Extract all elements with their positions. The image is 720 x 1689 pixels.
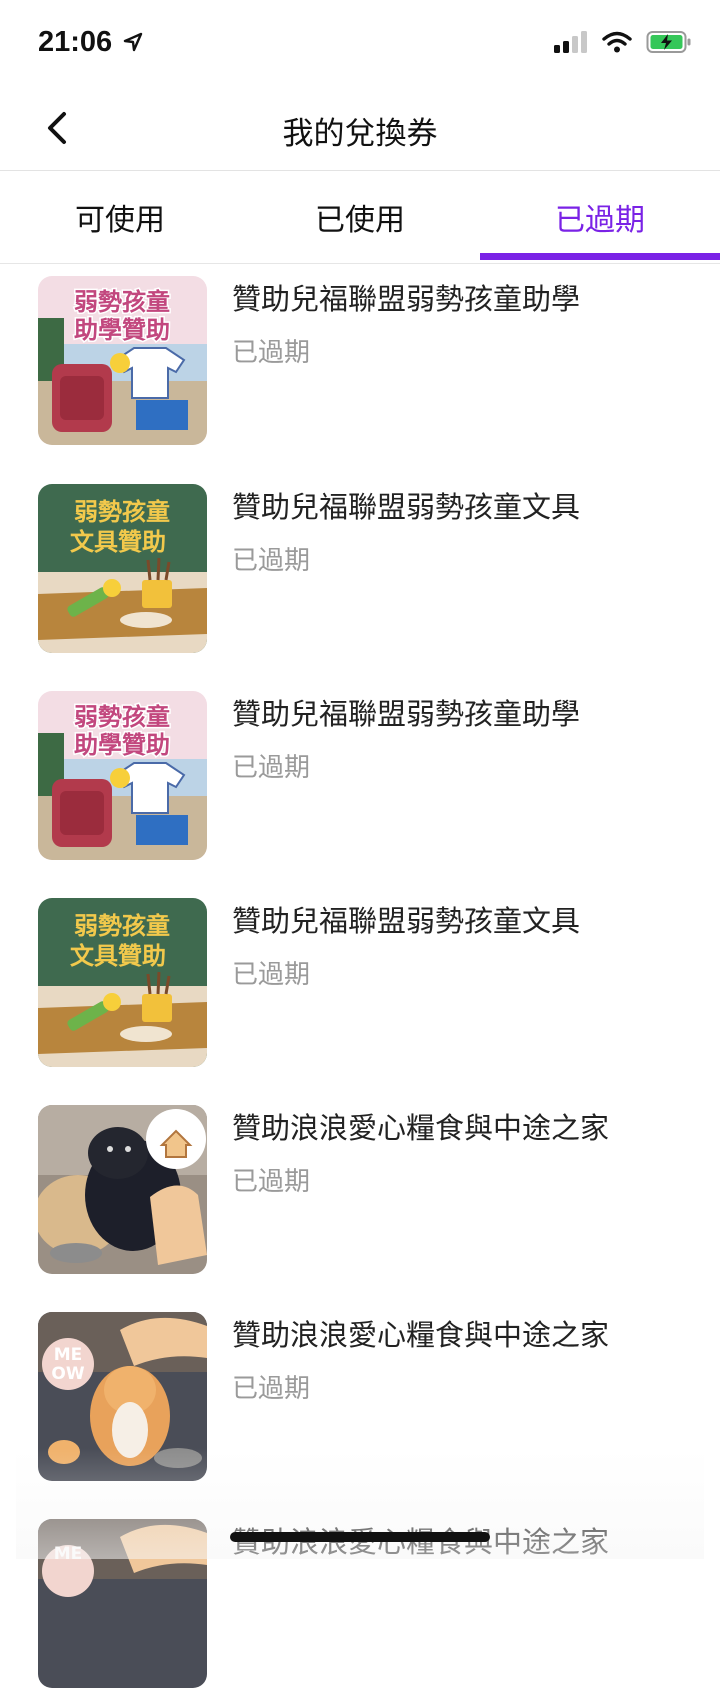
voucher-title: 贊助浪浪愛心糧食與中途之家 bbox=[232, 1111, 610, 1145]
voucher-item[interactable]: ME OW 贊助浪浪愛心糧食與中途之家 已過期 bbox=[0, 1312, 720, 1482]
status-icons bbox=[554, 30, 692, 54]
thumbnail-caption: OW bbox=[51, 1364, 84, 1384]
voucher-status: 已過期 bbox=[232, 1374, 311, 1404]
voucher-title: 贊助浪浪愛心糧食與中途之家 bbox=[232, 1318, 610, 1352]
thumbnail-caption: 弱勢孩童 bbox=[74, 288, 170, 316]
tab-expired[interactable]: 已過期 bbox=[480, 171, 720, 263]
tab-used[interactable]: 已使用 bbox=[240, 171, 480, 263]
cellular-signal-icon bbox=[554, 31, 587, 53]
voucher-thumbnail bbox=[38, 1105, 207, 1274]
voucher-status: 已過期 bbox=[232, 546, 311, 576]
voucher-title: 贊助兒福聯盟弱勢孩童助學 bbox=[232, 697, 581, 731]
voucher-title: 贊助兒福聯盟弱勢孩童文具 bbox=[232, 490, 581, 524]
location-arrow-icon bbox=[124, 32, 143, 52]
voucher-item[interactable]: 弱勢孩童 文具贊助 贊助兒福聯盟弱勢孩童文具 已過期 bbox=[0, 484, 720, 654]
status-bar: 21:06 bbox=[0, 0, 720, 88]
nav-bar: 我的兌換券 bbox=[0, 88, 720, 171]
voucher-status: 已過期 bbox=[232, 338, 311, 368]
thumbnail-caption: 文具贊助 bbox=[70, 528, 166, 556]
voucher-item[interactable]: 弱勢孩童 助學贊助 贊助兒福聯盟弱勢孩童助學 已過期 bbox=[0, 691, 720, 861]
wifi-icon bbox=[602, 31, 632, 53]
home-indicator[interactable] bbox=[230, 1532, 490, 1542]
thumbnail-caption: 弱勢孩童 bbox=[74, 703, 170, 731]
thumbnail-caption: 助學贊助 bbox=[74, 316, 170, 344]
voucher-item[interactable]: 弱勢孩童 文具贊助 贊助兒福聯盟弱勢孩童文具 已過期 bbox=[0, 898, 720, 1068]
voucher-title: 贊助兒福聯盟弱勢孩童文具 bbox=[232, 904, 581, 938]
voucher-thumbnail: 弱勢孩童 文具贊助 bbox=[38, 898, 207, 1067]
voucher-status: 已過期 bbox=[232, 960, 311, 990]
voucher-title: 贊助兒福聯盟弱勢孩童助學 bbox=[232, 282, 581, 316]
voucher-thumbnail: ME OW bbox=[38, 1312, 207, 1481]
voucher-thumbnail: ME bbox=[38, 1519, 207, 1688]
status-time: 21:06 bbox=[38, 26, 144, 59]
voucher-item[interactable]: ME 贊助浪浪愛心糧食與中途之家 bbox=[0, 1519, 720, 1689]
battery-charging-icon bbox=[646, 31, 691, 53]
tab-available[interactable]: 可使用 bbox=[0, 171, 240, 263]
thumbnail-caption: ME bbox=[54, 1345, 83, 1365]
voucher-status: 已過期 bbox=[232, 1167, 311, 1197]
thumbnail-caption: 文具贊助 bbox=[70, 942, 166, 970]
voucher-status: 已過期 bbox=[232, 753, 311, 783]
thumbnail-caption: ME bbox=[54, 1544, 83, 1564]
voucher-thumbnail: 弱勢孩童 助學贊助 bbox=[38, 276, 207, 445]
voucher-item[interactable]: 贊助浪浪愛心糧食與中途之家 已過期 bbox=[0, 1105, 720, 1275]
page-title: 我的兌換券 bbox=[282, 116, 438, 152]
tab-active-indicator bbox=[480, 253, 720, 260]
voucher-thumbnail: 弱勢孩童 文具贊助 bbox=[38, 484, 207, 653]
thumbnail-caption: 弱勢孩童 bbox=[74, 912, 170, 940]
voucher-item[interactable]: 弱勢孩童 助學贊助 贊助兒福聯盟弱勢孩童助學 已過期 bbox=[0, 276, 720, 446]
thumbnail-caption: 助學贊助 bbox=[74, 731, 170, 759]
thumbnail-caption: 弱勢孩童 bbox=[74, 498, 170, 526]
voucher-thumbnail: 弱勢孩童 助學贊助 bbox=[38, 691, 207, 860]
tab-bar: 可使用 已使用 已過期 bbox=[0, 171, 720, 264]
